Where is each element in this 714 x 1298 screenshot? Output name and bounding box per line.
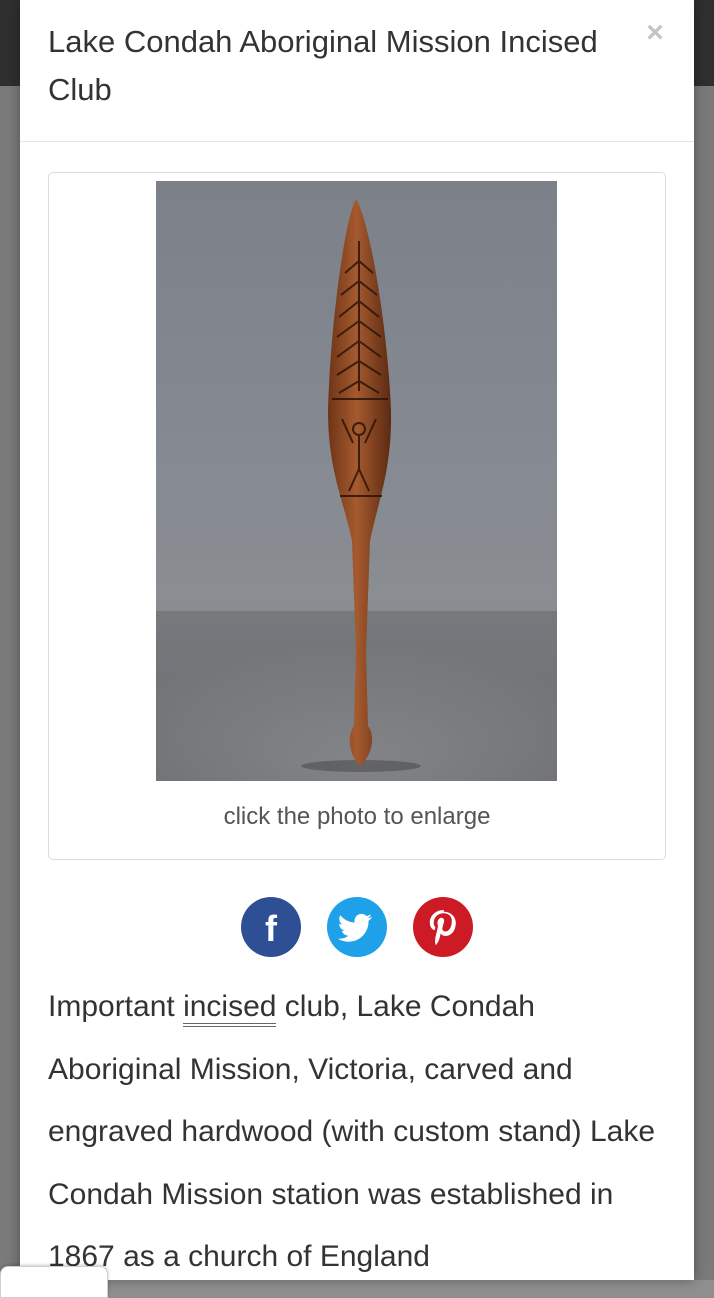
item-description: Important incised club, Lake Condah Abor…	[48, 976, 668, 1280]
twitter-icon	[337, 913, 372, 942]
description-text-start: Important	[48, 990, 184, 1023]
photo-modal: Lake Condah Aboriginal Mission Incised C…	[20, 0, 694, 1280]
club-photo[interactable]	[156, 181, 557, 781]
photo-caption: click the photo to enlarge	[223, 803, 491, 830]
twitter-share-button[interactable]	[327, 897, 387, 957]
close-button[interactable]: ×	[642, 18, 668, 48]
modal-header: Lake Condah Aboriginal Mission Incised C…	[20, 0, 694, 142]
modal-title: Lake Condah Aboriginal Mission Incised C…	[48, 24, 598, 107]
facebook-share-button[interactable]: f	[240, 897, 301, 957]
svg-text:f: f	[265, 908, 278, 949]
social-share-bar: f	[20, 897, 694, 959]
description-text-rest: club, Lake Condah Aboriginal Mission, Vi…	[48, 990, 656, 1273]
bottom-corner-tab[interactable]	[0, 1266, 108, 1298]
photo-card: click the photo to enlarge	[48, 172, 666, 860]
club-photo-image	[156, 199, 557, 781]
pinterest-share-button[interactable]	[413, 897, 474, 957]
facebook-icon: f	[265, 908, 278, 949]
pinterest-icon	[430, 910, 457, 946]
incised-link[interactable]: incised	[183, 990, 277, 1027]
